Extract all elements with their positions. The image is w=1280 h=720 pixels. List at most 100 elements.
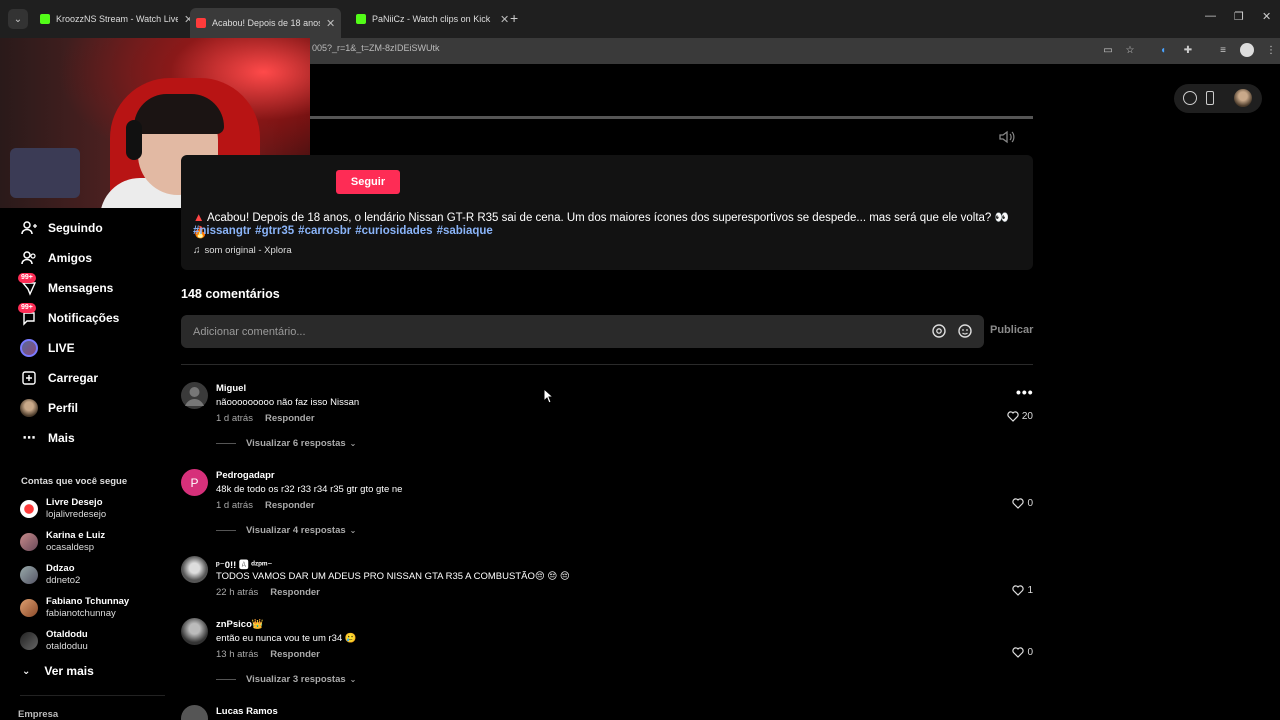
like-button[interactable]: 1 — [1012, 585, 1033, 596]
video-progress-bar[interactable] — [310, 116, 1033, 119]
avatar[interactable] — [181, 705, 208, 720]
sidebar: Seguindo Amigos 99+ Mensagens 99+ Notifi… — [0, 208, 168, 720]
sidebar-item-upload[interactable]: Carregar — [20, 368, 98, 388]
comment-author[interactable]: Pedrogadapr — [216, 470, 275, 481]
see-more-button[interactable]: ⌄ Ver mais — [22, 664, 94, 678]
comment-text: TODOS VAMOS DAR UM ADEUS PRO NISSAN GTA … — [216, 571, 570, 582]
device-icon[interactable] — [1206, 91, 1214, 105]
headphones-icon — [126, 120, 142, 160]
comment-item: P Pedrogadapr 48k de todo os r32 r33 r34… — [181, 469, 1033, 529]
url-field[interactable]: 005?_r=1&_t=ZM-8zIDEiSWUtk — [312, 43, 440, 53]
extensions-puzzle-icon[interactable]: ✚ — [1181, 43, 1195, 57]
browser-menu-icon[interactable]: ⋮ — [1264, 43, 1278, 57]
sidebar-item-messages[interactable]: 99+ Mensagens — [18, 273, 113, 298]
avatar[interactable]: P — [181, 469, 208, 496]
following-accounts-title: Contas que você segue — [21, 476, 128, 487]
sidebar-item-profile[interactable]: Perfil — [20, 398, 78, 418]
like-count: 0 — [1027, 647, 1033, 658]
post-music[interactable]: ♫ som original - Xplora — [193, 245, 292, 256]
like-button[interactable]: 0 — [1012, 647, 1033, 658]
avatar — [20, 599, 38, 617]
profile-avatar-icon[interactable] — [1240, 43, 1254, 57]
hashtag-link[interactable]: #curiosidades — [355, 225, 432, 237]
hashtag-link[interactable]: #nissangtr — [193, 225, 251, 237]
upload-icon — [20, 369, 38, 387]
comment-item: ᵖ⁻0!! 🅰 ᵈᶻᵖᵐ⁻ TODOS VAMOS DAR UM ADEUS P… — [181, 556, 1033, 616]
following-account-5[interactable]: Otaldodu otaldoduu — [20, 628, 88, 654]
sidebar-item-more[interactable]: ⋯ Mais — [20, 428, 75, 448]
volume-icon[interactable] — [998, 129, 1016, 145]
reply-button[interactable]: Responder — [270, 649, 320, 660]
explore-compass-icon[interactable] — [1183, 91, 1197, 105]
sidebar-item-notifications[interactable]: 99+ Notificações — [18, 303, 119, 328]
follow-button[interactable]: Seguir — [336, 170, 400, 194]
restore-icon[interactable]: ❐ — [1234, 10, 1244, 23]
more-options-icon[interactable]: ••• — [1016, 384, 1034, 400]
default-avatar-icon[interactable] — [181, 382, 208, 409]
bookmark-star-icon[interactable]: ☆ — [1123, 43, 1137, 57]
close-window-icon[interactable]: ✕ — [1262, 10, 1271, 23]
avatar[interactable] — [181, 618, 208, 645]
hashtag-link[interactable]: #sabiaque — [437, 225, 493, 237]
comment-item: Miguel nãooooooooo não faz isso Nissan 1… — [181, 382, 1033, 442]
reply-button[interactable]: Responder — [265, 413, 315, 424]
new-tab-button[interactable]: + — [510, 10, 518, 26]
close-tab-icon[interactable]: ✕ — [500, 13, 509, 26]
extension-audio-icon[interactable]: ◖ — [1156, 43, 1170, 57]
following-account-3[interactable]: Ddzao ddneto2 — [20, 562, 80, 588]
minimize-icon[interactable]: — — [1205, 10, 1216, 22]
view-replies-button[interactable]: Visualizar 4 respostas ⌄ — [216, 525, 356, 536]
live-icon — [20, 339, 38, 357]
comment-input[interactable] — [181, 315, 984, 348]
sidebar-item-following[interactable]: Seguindo — [20, 218, 103, 238]
company-link[interactable]: Empresa — [18, 709, 58, 720]
comment-time: 13 h atrás — [216, 649, 259, 660]
like-button[interactable]: 20 — [1007, 411, 1033, 422]
browser-tab-3[interactable]: PaNiiCz - Watch clips on Kick ✕ — [350, 8, 515, 30]
notifications-icon: 99+ — [18, 303, 38, 327]
following-account-4[interactable]: Fabiano Tchunnay fabianotchunnay — [20, 595, 129, 621]
hashtag-link[interactable]: #gtrr35 — [255, 225, 294, 237]
comment-author[interactable]: Miguel — [216, 383, 246, 394]
heart-icon — [1012, 585, 1025, 596]
sidebar-item-live[interactable]: LIVE — [20, 338, 75, 358]
comment-text: 48k de todo os r32 r33 r34 r35 gtr gto g… — [216, 484, 403, 495]
mouse-cursor-icon — [543, 388, 555, 404]
like-button[interactable]: 0 — [1012, 498, 1033, 509]
publish-button[interactable]: Publicar — [990, 324, 1033, 336]
close-tab-icon[interactable]: ✕ — [326, 17, 335, 30]
reply-button[interactable]: Responder — [265, 500, 315, 511]
emoji-icon[interactable] — [957, 323, 973, 339]
view-replies-button[interactable]: Visualizar 3 respostas ⌄ — [216, 674, 356, 685]
comment-author[interactable]: Lucas Ramos — [216, 706, 278, 717]
browser-tab-1[interactable]: KroozzNS Stream - Watch Live ✕ — [34, 8, 199, 30]
user-avatar[interactable] — [1234, 89, 1252, 107]
sidebar-item-friends[interactable]: Amigos — [20, 248, 92, 268]
heart-icon — [1012, 647, 1025, 658]
browser-tab-bar: ⌄ KroozzNS Stream - Watch Live ✕ Acabou!… — [0, 0, 1280, 38]
music-note-icon: ♫ — [193, 245, 201, 256]
hashtag-link[interactable]: #carrosbr — [298, 225, 351, 237]
view-replies-button[interactable]: Visualizar 6 respostas ⌄ — [216, 438, 356, 449]
messages-icon: 99+ — [18, 273, 38, 297]
mention-icon[interactable] — [931, 323, 947, 339]
avatar — [20, 500, 38, 518]
like-count: 20 — [1021, 411, 1033, 422]
comment-text: nãooooooooo não faz isso Nissan — [216, 397, 360, 408]
reply-button[interactable]: Responder — [270, 587, 320, 598]
more-icon: ⋯ — [22, 430, 36, 445]
comment-author[interactable]: ᵖ⁻0!! 🅰 ᵈᶻᵖᵐ⁻ — [216, 557, 272, 571]
browser-tab-2[interactable]: Acabou! Depois de 18 anos ✕ — [190, 8, 342, 38]
heart-icon — [1012, 498, 1025, 509]
media-controls-icon[interactable]: ≡ — [1216, 43, 1230, 57]
like-count: 1 — [1027, 585, 1033, 596]
like-count: 0 — [1027, 498, 1033, 509]
following-account-2[interactable]: Karina e Luiz ocasaldesp — [20, 529, 105, 555]
cast-icon[interactable]: ▭ — [1101, 43, 1115, 57]
chevron-down-icon: ⌄ — [349, 526, 357, 535]
following-account-1[interactable]: Livre Desejo lojalivredesejo — [20, 496, 106, 522]
comment-author[interactable]: znPsico👑 — [216, 619, 264, 630]
tab-search-icon[interactable]: ⌄ — [8, 9, 28, 29]
avatar[interactable] — [181, 556, 208, 583]
comment-item: znPsico👑 então eu nunca vou te um r34 🥲 … — [181, 618, 1033, 678]
